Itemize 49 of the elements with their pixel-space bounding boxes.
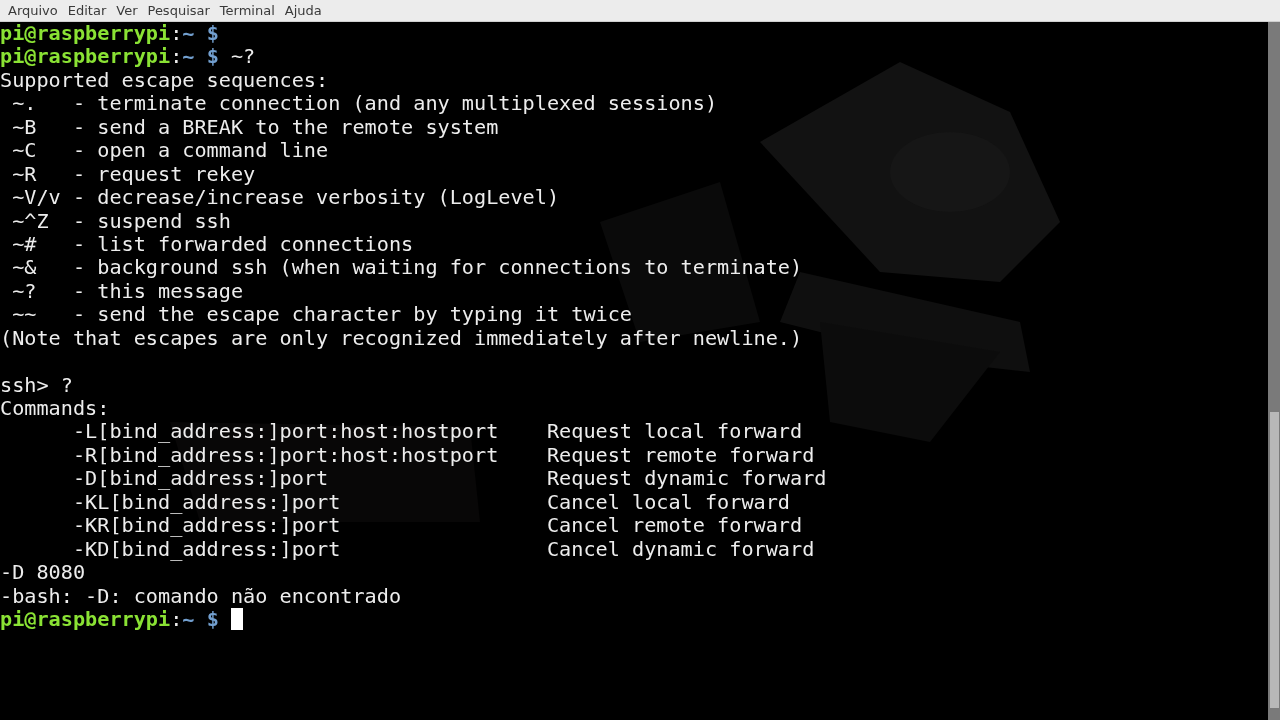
option-syntax: -R[bind_address:]port:host:hostport — [72, 443, 500, 468]
output-text: ~~ - send the escape character by typing it twice — [11, 302, 632, 327]
output-text: Supported escape sequences: — [0, 67, 329, 92]
menu-item[interactable]: Pesquisar — [142, 3, 215, 18]
menu-item[interactable]: Ajuda — [279, 3, 327, 18]
menu-item[interactable]: Editar — [62, 3, 112, 18]
prompt-separator: : — [170, 44, 183, 69]
prompt-path: ~ — [182, 44, 195, 69]
menu-item[interactable]: Ver — [111, 3, 143, 18]
prompt-symbol: $ — [206, 44, 219, 69]
option-syntax: -KD[bind_address:]port — [72, 537, 342, 562]
prompt-user: pi@raspberrypi — [0, 606, 171, 631]
menu-item[interactable]: Arquivo — [3, 3, 63, 18]
output-text: (Note that escapes are only recognized immediately after newline.) — [0, 325, 803, 350]
output-text: ~C - open a command line — [11, 138, 329, 163]
prompt-symbol: $ — [206, 606, 219, 631]
output-text: ssh> ? — [0, 372, 73, 397]
option-description: Request remote forward — [546, 442, 815, 467]
option-syntax: -KR[bind_address:]port — [72, 514, 342, 538]
option-description: Request local forward — [546, 419, 803, 444]
prompt-symbol: $ — [206, 22, 219, 45]
prompt-path: ~ — [182, 606, 195, 631]
output-text: ~B - send a BREAK to the remote system — [11, 114, 499, 139]
output-text: -D 8080 — [0, 560, 86, 585]
menu-item[interactable]: Terminal — [214, 3, 280, 18]
prompt-separator: : — [170, 22, 183, 45]
option-syntax: -L[bind_address:]port:host:hostport — [72, 420, 500, 444]
option-description: Request dynamic forward — [546, 466, 827, 491]
output-text: Commands: — [0, 396, 110, 420]
output-text: ~. - terminate connection (and any multiplexed sessions) — [11, 91, 718, 116]
prompt-path: ~ — [182, 22, 195, 45]
prompt-user: pi@raspberrypi — [0, 22, 171, 45]
output-text: ~? - this message — [11, 278, 244, 303]
option-syntax: -KL[bind_address:]port — [72, 490, 342, 515]
prompt-user: pi@raspberrypi — [0, 44, 171, 69]
prompt-separator: : — [170, 606, 183, 631]
output-text: ~# - list forwarded connections — [11, 231, 414, 256]
option-syntax: -D[bind_address:]port — [72, 467, 329, 491]
scrollbar-thumb[interactable] — [1270, 412, 1279, 708]
output-text: ~V/v - decrease/increase verbosity (LogLevel) — [11, 185, 560, 210]
output-text: ~R - request rekey — [11, 161, 256, 186]
option-description: Cancel dynamic forward — [546, 536, 815, 561]
command-text: ~? — [230, 44, 256, 69]
option-description: Cancel local forward — [546, 489, 790, 514]
output-text: -bash: -D: comando não encontrado — [0, 583, 402, 608]
option-description: Cancel remote forward — [546, 513, 803, 538]
output-text: ~^Z - suspend ssh — [11, 208, 231, 233]
scrollbar[interactable] — [1268, 22, 1280, 720]
output-text: ~& - background ssh (when waiting for connections to terminate) — [11, 255, 803, 280]
